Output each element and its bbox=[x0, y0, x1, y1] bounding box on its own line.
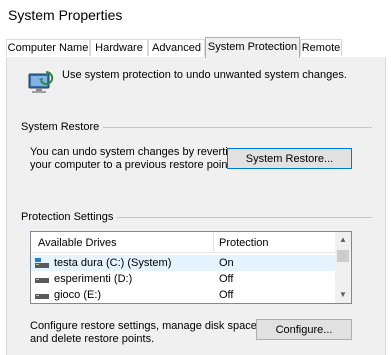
scroll-up-arrow-icon[interactable]: ▲ bbox=[335, 232, 351, 248]
window-title: System Properties bbox=[8, 7, 123, 23]
protection-settings-label: Protection Settings bbox=[21, 211, 118, 223]
tab-strip: Computer Name Hardware Advanced System P… bbox=[6, 37, 386, 58]
tab-system-protection[interactable]: System Protection bbox=[205, 37, 300, 58]
hard-drive-icon bbox=[35, 278, 49, 283]
scroll-thumb[interactable] bbox=[337, 250, 349, 262]
hard-drive-icon bbox=[35, 294, 49, 299]
title-bar[interactable]: System Properties bbox=[0, 0, 391, 30]
column-separator[interactable] bbox=[213, 232, 214, 252]
drive-name: gioco (E:) bbox=[54, 289, 102, 301]
drives-list[interactable]: Available Drives Protection testa dura (… bbox=[30, 231, 352, 304]
system-restore-description: You can undo system changes by reverting… bbox=[30, 146, 240, 172]
configure-description: Configure restore settings, manage disk … bbox=[30, 320, 260, 346]
drive-name: testa dura (C:) (System) bbox=[54, 257, 172, 269]
system-restore-button[interactable]: System Restore... bbox=[227, 148, 352, 169]
system-protection-icon bbox=[28, 70, 54, 93]
system-drive-icon bbox=[35, 258, 49, 268]
list-header: Available Drives Protection bbox=[31, 232, 337, 253]
drive-protection-status: Off bbox=[219, 289, 234, 301]
system-restore-text-line-1: You can undo system changes by reverting bbox=[30, 146, 240, 158]
intro-text: Use system protection to undo unwanted s… bbox=[62, 69, 347, 81]
drive-protection-status: On bbox=[219, 257, 234, 269]
tab-advanced[interactable]: Advanced bbox=[148, 39, 205, 56]
drive-row-d[interactable]: esperimenti (D:) Off bbox=[31, 271, 337, 287]
drive-row-c[interactable]: testa dura (C:) (System) On bbox=[31, 255, 337, 271]
scroll-down-arrow-icon[interactable]: ▼ bbox=[335, 287, 351, 303]
system-restore-text-line-2: your computer to a previous restore poin… bbox=[30, 159, 234, 171]
column-header-available-drives[interactable]: Available Drives bbox=[38, 237, 117, 249]
tab-remote[interactable]: Remote bbox=[300, 39, 342, 56]
system-restore-label: System Restore bbox=[21, 121, 104, 133]
vertical-scrollbar[interactable]: ▲ ▼ bbox=[335, 232, 351, 303]
column-header-protection[interactable]: Protection bbox=[219, 237, 269, 249]
tab-computer-name[interactable]: Computer Name bbox=[6, 39, 90, 56]
configure-button[interactable]: Configure... bbox=[256, 319, 352, 340]
tab-panel bbox=[6, 57, 386, 355]
configure-text-line-1: Configure restore settings, manage disk … bbox=[30, 320, 260, 332]
drive-row-e[interactable]: gioco (E:) Off bbox=[31, 287, 337, 303]
drive-protection-status: Off bbox=[219, 273, 234, 285]
tab-hardware[interactable]: Hardware bbox=[90, 39, 148, 56]
configure-text-line-2: and delete restore points. bbox=[30, 333, 155, 345]
drive-name: esperimenti (D:) bbox=[54, 273, 133, 285]
